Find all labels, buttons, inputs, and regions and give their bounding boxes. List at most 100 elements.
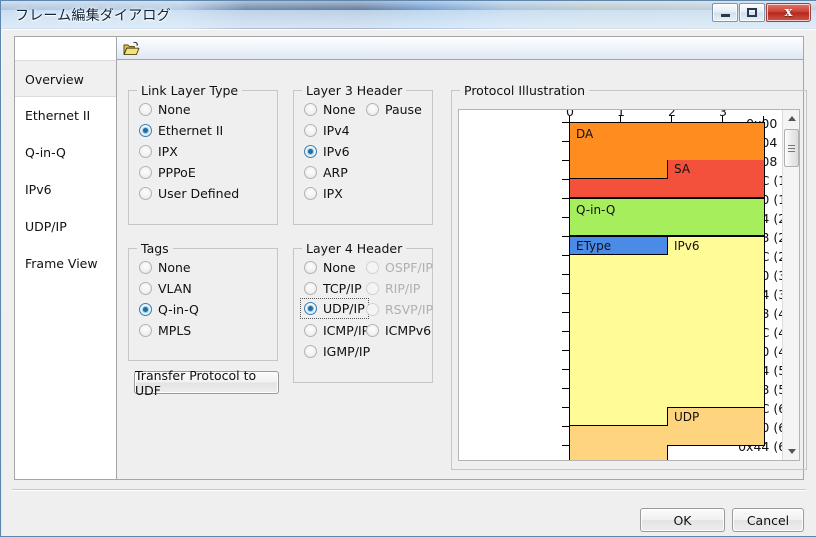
tab-strip <box>14 36 804 61</box>
axis-tick <box>562 331 569 332</box>
field-sa-lower <box>569 179 765 198</box>
axis-tick <box>562 388 569 389</box>
radio-label: IPX <box>158 144 178 159</box>
field-udp-mid <box>569 426 765 445</box>
ok-button-label: OK <box>673 512 692 528</box>
radio-icon <box>304 187 317 200</box>
radio-label: Pause <box>385 102 422 117</box>
radio-label: Ethernet II <box>158 123 224 138</box>
radio-link-user-defined[interactable]: User Defined <box>139 186 239 201</box>
cancel-button[interactable]: Cancel <box>732 508 804 532</box>
window-title: フレーム編集ダイアログ <box>15 8 171 24</box>
axis-tick <box>562 217 569 218</box>
maximize-button[interactable] <box>739 3 765 22</box>
radio-link-ethernet-ii[interactable]: Ethernet II <box>139 123 223 138</box>
radio-label: None <box>158 260 191 275</box>
radio-label: VLAN <box>158 281 192 296</box>
field-udp-edge <box>667 445 765 446</box>
radio-link-pppoe[interactable]: PPPoE <box>139 165 196 180</box>
sidebar-item-overview[interactable]: Overview <box>15 60 116 97</box>
minimize-button[interactable] <box>712 3 738 22</box>
scroll-down-icon <box>787 449 796 454</box>
radio-link-ipx[interactable]: IPX <box>139 144 178 159</box>
radio-label: UDP/IP <box>323 301 365 316</box>
sidebar-item-ipv6[interactable]: IPv6 <box>15 171 116 208</box>
radio-l3-pause[interactable]: Pause <box>366 102 422 117</box>
axis-tick <box>562 274 569 275</box>
radio-icon <box>139 145 152 158</box>
axis-tick <box>562 198 569 199</box>
radio-label: IGMP/IP <box>323 344 371 359</box>
radio-icon <box>304 324 317 337</box>
transfer-protocol-to-udf-button[interactable]: Transfer Protocol to UDF <box>134 368 279 398</box>
radio-label: ICMPv6 <box>385 323 432 338</box>
radio-tag-vlan[interactable]: VLAN <box>139 281 192 296</box>
radio-icon-selected <box>139 124 152 137</box>
scroll-up-icon <box>787 116 796 121</box>
radio-icon-selected <box>304 145 317 158</box>
button-label: Transfer Protocol to UDF <box>135 367 257 398</box>
radio-label: Q-in-Q <box>158 302 199 317</box>
open-file-button[interactable] <box>121 39 143 59</box>
scroll-up-button[interactable] <box>783 110 799 127</box>
radio-label: None <box>323 102 356 117</box>
tab-page-header <box>14 36 117 61</box>
close-button[interactable]: x <box>766 3 811 22</box>
radio-l4-udp-ip[interactable]: UDP/IP <box>300 298 369 319</box>
radio-l4-tcp-ip[interactable]: TCP/IP <box>304 281 362 296</box>
scrollbar-thumb[interactable] <box>784 129 799 167</box>
scroll-down-button[interactable] <box>783 443 799 460</box>
radio-tag-mpls[interactable]: MPLS <box>139 323 191 338</box>
sidebar-item-frame-view[interactable]: Frame View <box>15 245 116 282</box>
radio-label: PPPoE <box>158 165 196 180</box>
radio-l4-none[interactable]: None <box>304 260 356 275</box>
radio-label: User Defined <box>158 186 240 201</box>
radio-link-none[interactable]: None <box>139 102 191 117</box>
layer4-header-title: Layer 4 Header <box>302 241 407 256</box>
axis-tick <box>562 255 569 256</box>
radio-icon <box>366 324 379 337</box>
radio-tag-none[interactable]: None <box>139 260 191 275</box>
radio-l4-rip-ip: RIP/IP <box>366 281 420 296</box>
field-ipv6-body <box>569 255 765 407</box>
window-controls: x <box>711 3 811 22</box>
axis-tick <box>562 236 569 237</box>
axis-tick <box>562 426 569 427</box>
link-layer-type-title: Link Layer Type <box>137 83 243 98</box>
radio-l3-none[interactable]: None <box>304 102 356 117</box>
radio-l3-ipx[interactable]: IPX <box>304 186 343 201</box>
field-label-udp: UDP <box>674 410 700 424</box>
frame-edit-dialog-window: フレーム編集ダイアログ x Overview Ethernet II Q-in-… <box>0 0 816 537</box>
radio-l3-ipv4[interactable]: IPv4 <box>304 123 350 138</box>
sidebar-tab-list: Overview Ethernet II Q-in-Q IPv6 UDP/IP … <box>14 60 117 480</box>
axis-tick <box>562 350 569 351</box>
axis-tick <box>562 369 569 370</box>
axis-tick <box>562 179 569 180</box>
axis-tick <box>562 141 569 142</box>
axis-tick <box>562 445 569 446</box>
radio-label: IPX <box>323 186 343 201</box>
radio-icon-disabled <box>366 261 379 274</box>
radio-label: ICMP/IP <box>323 323 370 338</box>
field-label-etype: EType <box>576 239 612 253</box>
radio-l4-icmp-ip[interactable]: ICMP/IP <box>304 323 369 338</box>
sidebar-item-udp-ip[interactable]: UDP/IP <box>15 208 116 245</box>
dialog-footer: OK Cancel <box>2 489 816 537</box>
radio-icon-selected <box>304 302 317 315</box>
tags-title: Tags <box>137 241 173 256</box>
radio-l4-icmpv6[interactable]: ICMPv6 <box>366 323 431 338</box>
radio-l4-igmp-ip[interactable]: IGMP/IP <box>304 344 370 359</box>
radio-l3-arp[interactable]: ARP <box>304 165 348 180</box>
illustration-scrollbar[interactable] <box>782 110 799 460</box>
radio-icon <box>139 103 152 116</box>
axis-tick <box>562 122 569 123</box>
radio-l3-ipv6[interactable]: IPv6 <box>304 144 350 159</box>
radio-icon <box>304 103 317 116</box>
sidebar-item-q-in-q[interactable]: Q-in-Q <box>15 134 116 171</box>
radio-tag-q-in-q[interactable]: Q-in-Q <box>139 302 199 317</box>
sidebar-item-ethernet-ii[interactable]: Ethernet II <box>15 97 116 134</box>
radio-icon <box>139 261 152 274</box>
open-folder-icon <box>123 41 140 56</box>
ok-button[interactable]: OK <box>640 508 725 532</box>
toolbar <box>117 36 804 60</box>
